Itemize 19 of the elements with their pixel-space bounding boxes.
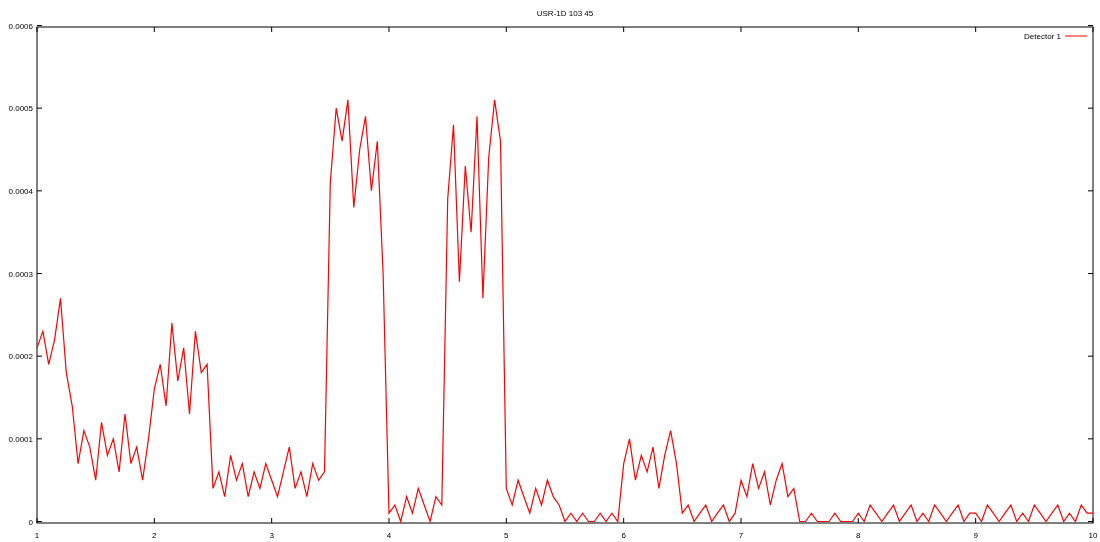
axis-tick-label: 0.0003 — [8, 269, 33, 279]
axis-tick-label: 3 — [269, 531, 274, 540]
axis-tick-label: 5 — [504, 531, 509, 540]
axis-tick-label: 6 — [621, 531, 626, 540]
axis-tick-label: 8 — [856, 531, 861, 540]
axis-tick-label: 10 — [1088, 531, 1098, 540]
axis-tick-label: 9 — [973, 531, 978, 540]
axis-tick-label: 0.0006 — [8, 21, 33, 31]
axis-tick-label: 0.0002 — [8, 352, 33, 362]
axis-tick-label: 2 — [152, 531, 157, 540]
axis-tick-label: 0.0005 — [8, 104, 33, 114]
legend-label: Detector 1 — [1024, 32, 1061, 41]
axis-tick-label: 7 — [738, 531, 744, 540]
axis-tick-label: 0.0004 — [8, 186, 33, 196]
axis-tick-label: 1 — [34, 531, 40, 540]
axis-tick-label: 4 — [386, 531, 392, 540]
axis-tick-label: 0.0001 — [8, 434, 33, 444]
axis-tick-label: 0 — [28, 517, 33, 527]
chart-title: USR-1D 103 45 — [536, 9, 594, 18]
